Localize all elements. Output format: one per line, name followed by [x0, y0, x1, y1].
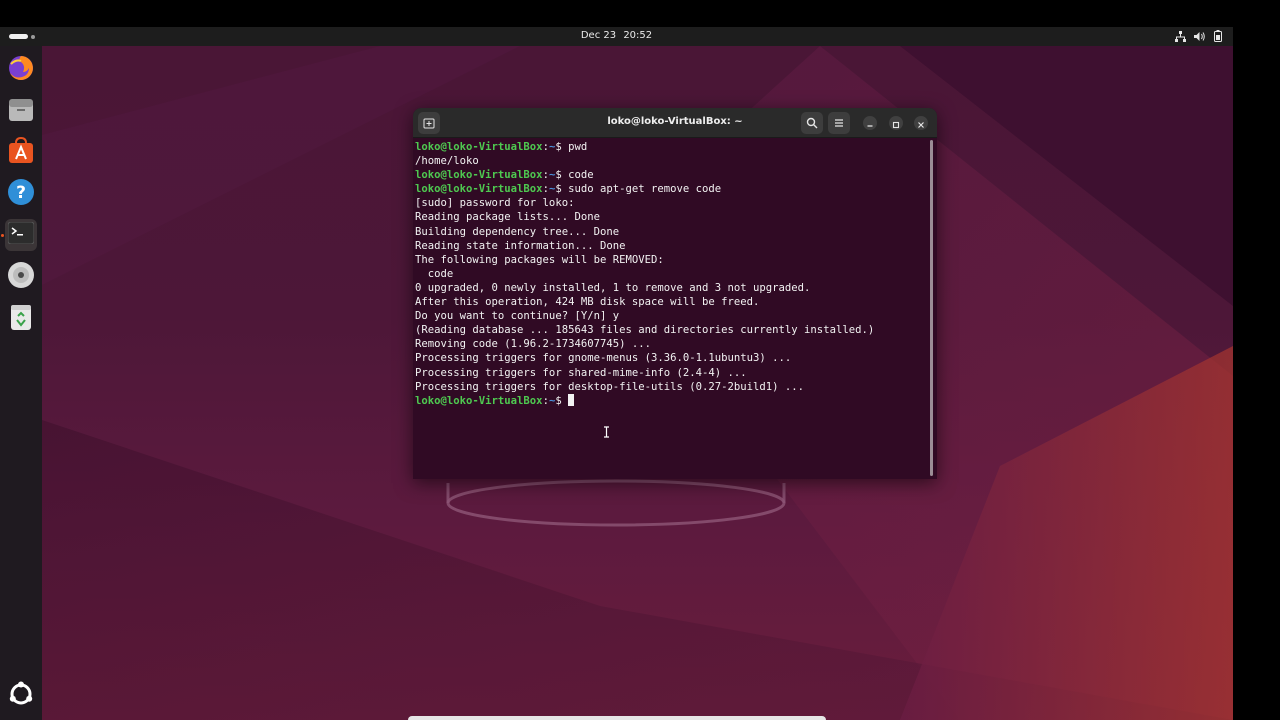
search-button[interactable]	[801, 112, 823, 134]
prompt-user-host: loko@loko-VirtualBox	[415, 169, 543, 182]
terminal-line: loko@loko-VirtualBox:~$ pwd	[415, 140, 927, 154]
search-icon	[806, 114, 818, 133]
output-text: Do you want to continue? [Y/n] y	[415, 310, 620, 323]
terminal-output[interactable]: loko@loko-VirtualBox:~$ pwd/home/loko lok…	[413, 139, 929, 479]
files-icon	[7, 96, 35, 128]
terminal-titlebar[interactable]: loko@loko-VirtualBox: ~	[413, 108, 937, 138]
terminal-line: 0 upgraded, 0 newly installed, 1 to remo…	[415, 281, 927, 295]
output-text: Processing triggers for gnome-menus (3.3…	[415, 352, 792, 365]
firefox-icon	[7, 54, 35, 86]
terminal-window[interactable]: loko@loko-VirtualBox: ~ loko@loko-Virtua…	[413, 108, 937, 479]
clock-time: 20:52	[623, 30, 653, 41]
terminal-line: code	[415, 267, 927, 281]
system-tray[interactable]	[1175, 30, 1222, 42]
output-text: [sudo] password for loko:	[415, 197, 575, 210]
maximize-icon	[892, 114, 900, 133]
maximize-button[interactable]	[889, 116, 903, 130]
close-button[interactable]	[914, 116, 928, 130]
terminal-line: Removing code (1.96.2-1734607745) ...	[415, 337, 927, 351]
terminal-running-indicator	[1, 234, 4, 237]
output-text: code	[415, 267, 454, 280]
clock[interactable]: Dec 23 20:52	[0, 30, 1233, 41]
terminal-icon	[7, 221, 35, 248]
app-center-icon	[7, 136, 35, 169]
menu-button[interactable]	[828, 112, 850, 134]
prompt-user-host: loko@loko-VirtualBox	[415, 141, 543, 153]
prompt-symbol: $	[555, 141, 569, 153]
output-text: 0 upgraded, 0 newly installed, 1 to remo…	[415, 281, 811, 294]
terminal-line: Processing triggers for gnome-menus (3.3…	[415, 351, 927, 365]
screen-frame-top	[0, 0, 1280, 27]
terminal-line: Processing triggers for desktop-file-uti…	[415, 380, 927, 394]
output-text: Processing triggers for desktop-file-uti…	[415, 380, 805, 393]
output-text: Reading state information... Done	[415, 239, 626, 252]
prompt-symbol: $	[555, 394, 569, 407]
hamburger-menu-icon	[833, 114, 845, 133]
terminal-line: Do you want to continue? [Y/n] y	[415, 309, 927, 323]
dock-item-trash[interactable]	[5, 303, 37, 335]
dock-item-app-center[interactable]	[5, 136, 37, 169]
battery-icon	[1214, 30, 1222, 42]
clock-date: Dec 23	[580, 30, 617, 41]
dock-item-firefox[interactable]	[5, 54, 37, 86]
terminal-line: (Reading database ... 185643 files and d…	[415, 323, 927, 337]
help-icon: ?	[7, 178, 35, 210]
terminal-line: /home/loko	[415, 154, 927, 168]
dock-item-disc[interactable]	[5, 261, 37, 293]
text-cursor-pointer-icon	[603, 423, 610, 442]
screen-frame-right	[1233, 0, 1280, 720]
dock-item-terminal[interactable]	[5, 219, 37, 251]
terminal-line: loko@loko-VirtualBox:~$ sudo apt-get rem…	[415, 182, 927, 196]
terminal-line: Building dependency tree... Done	[415, 225, 927, 239]
prompt-user-host: loko@loko-VirtualBox	[415, 183, 543, 196]
command-text: pwd	[568, 141, 588, 153]
prompt-symbol: $	[555, 183, 569, 196]
terminal-line: Reading state information... Done	[415, 239, 927, 253]
minimize-icon	[866, 114, 874, 133]
bottom-edge-panel	[408, 716, 826, 720]
output-text: Building dependency tree... Done	[415, 225, 620, 238]
terminal-line: Processing triggers for shared-mime-info…	[415, 366, 927, 380]
minimize-button[interactable]	[863, 116, 877, 130]
output-text: Reading package lists... Done	[415, 211, 600, 224]
dock-item-files[interactable]	[5, 96, 37, 128]
terminal-cursor	[568, 393, 575, 406]
command-text: sudo apt-get remove code	[568, 183, 722, 196]
output-text: (Reading database ... 185643 files and d…	[415, 324, 875, 337]
terminal-line: [sudo] password for loko:	[415, 196, 927, 210]
trash-icon	[9, 303, 33, 335]
terminal-scrollbar[interactable]	[930, 140, 933, 476]
show-apps-icon	[8, 681, 34, 711]
terminal-line: The following packages will be REMOVED:	[415, 253, 927, 267]
prompt-user-host: loko@loko-VirtualBox	[415, 394, 543, 407]
terminal-line: loko@loko-VirtualBox:~$ code	[415, 168, 927, 182]
dock: ?	[0, 46, 42, 720]
terminal-title: loko@loko-VirtualBox: ~	[607, 116, 743, 127]
command-text: code	[568, 169, 594, 182]
terminal-line: loko@loko-VirtualBox:~$	[415, 393, 927, 408]
disc-icon	[7, 261, 35, 293]
prompt-symbol: $	[555, 169, 569, 182]
output-text: The following packages will be REMOVED:	[415, 253, 664, 266]
output-text: /home/loko	[415, 155, 479, 168]
network-icon	[1175, 30, 1186, 42]
top-bar: Dec 23 20:52	[0, 27, 1233, 46]
terminal-line: Reading package lists... Done	[415, 210, 927, 224]
svg-text:?: ?	[16, 183, 26, 203]
terminal-line: After this operation, 424 MB disk space …	[415, 295, 927, 309]
output-text: Processing triggers for shared-mime-info…	[415, 366, 747, 379]
dock-item-show-apps[interactable]	[5, 680, 37, 712]
output-text: Removing code (1.96.2-1734607745) ...	[415, 338, 651, 351]
close-icon	[917, 114, 925, 133]
output-text: After this operation, 424 MB disk space …	[415, 296, 760, 309]
dock-item-help[interactable]: ?	[5, 178, 37, 210]
volume-icon	[1194, 31, 1206, 42]
